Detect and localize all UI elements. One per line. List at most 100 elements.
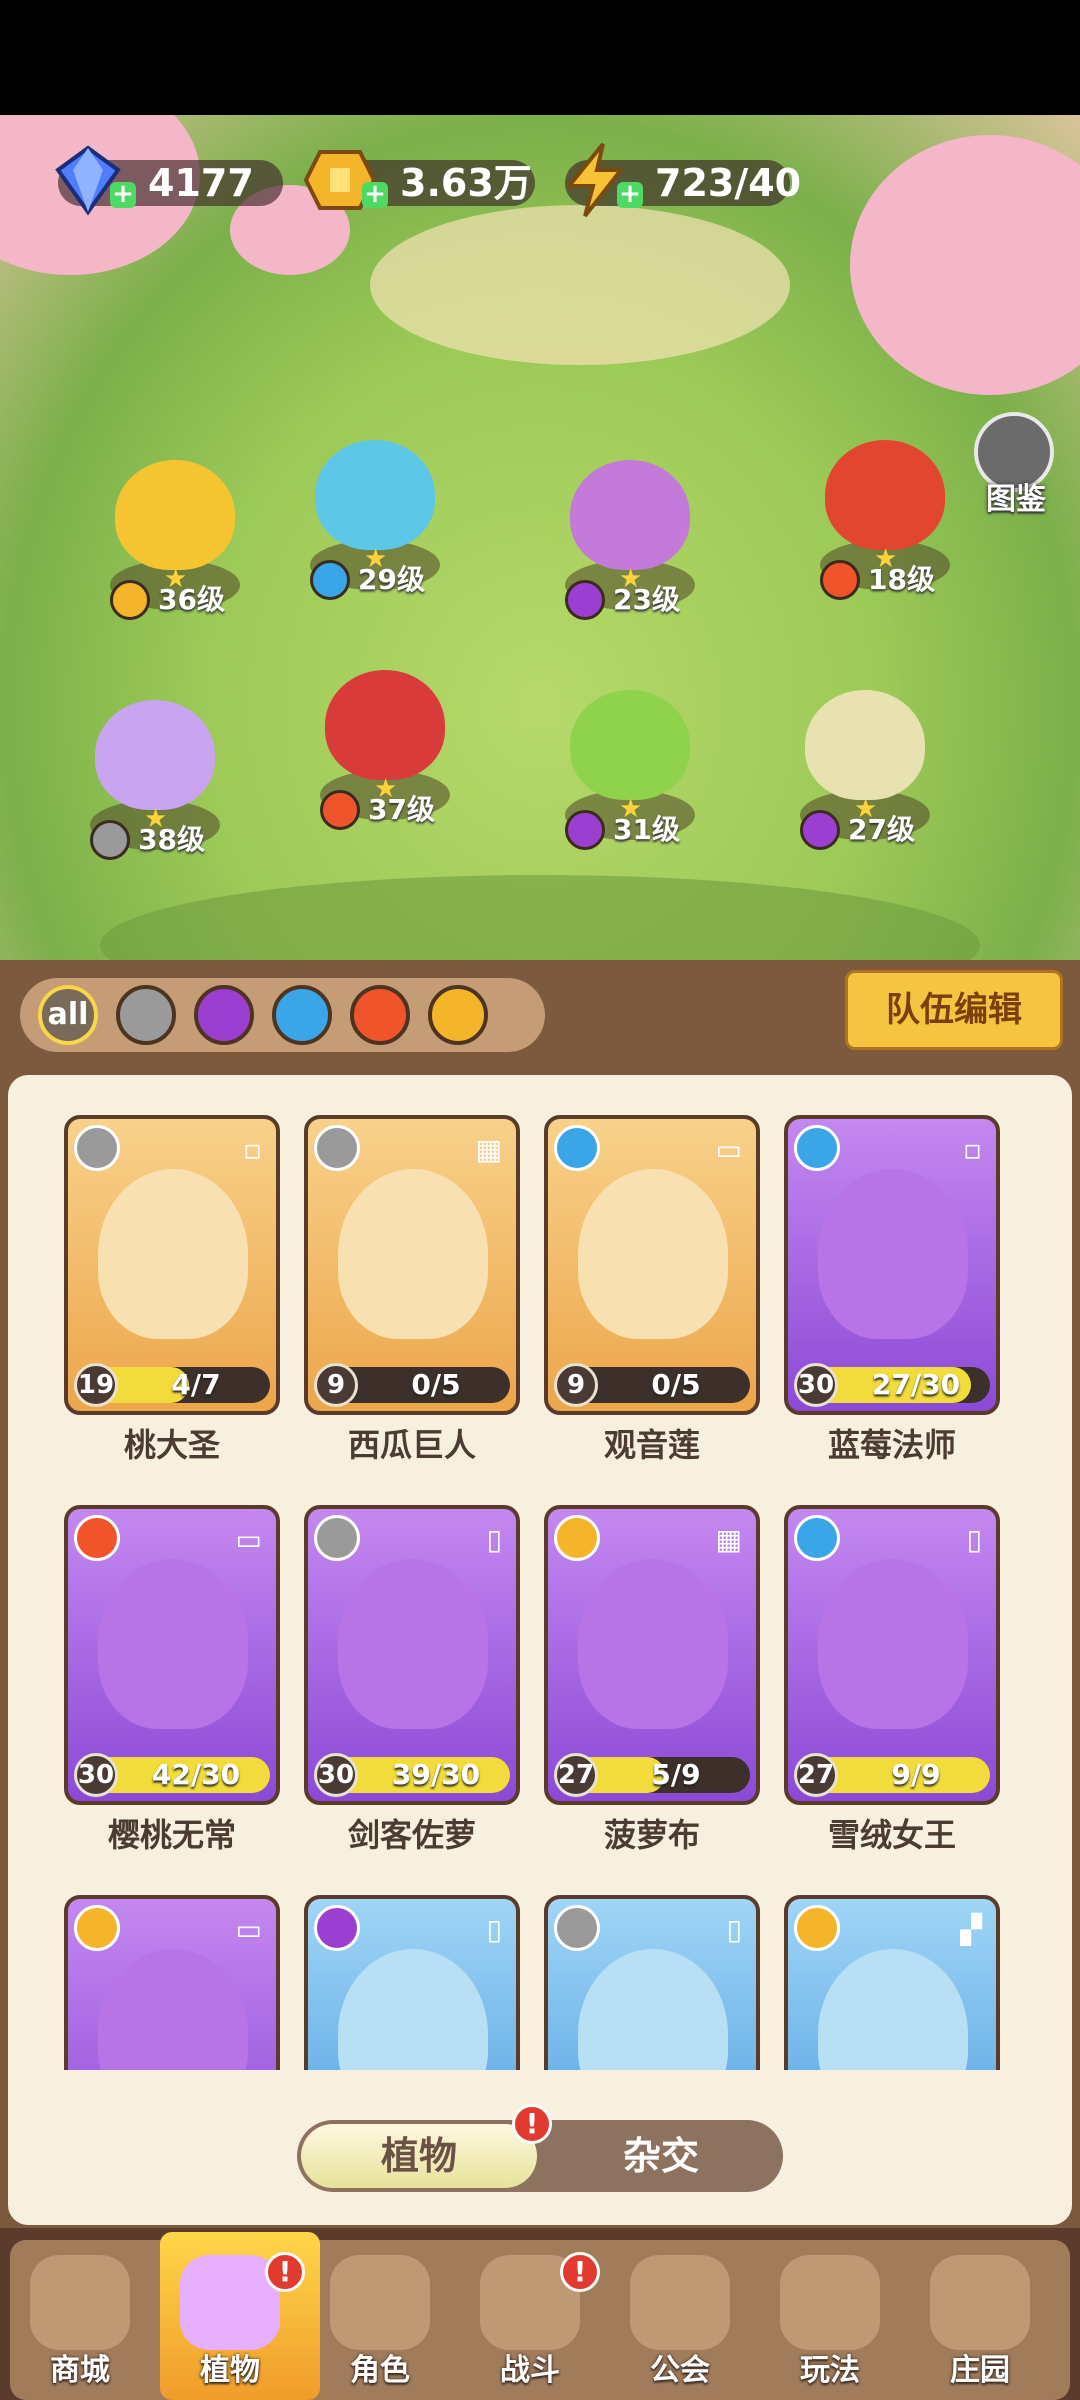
add-gold-icon[interactable]: + — [362, 181, 388, 208]
field-plant[interactable]: ★ 31级 — [545, 690, 715, 850]
plant-sprite — [315, 440, 435, 550]
nav-plants[interactable]: 植物! — [160, 2250, 305, 2400]
plant-portrait — [578, 1169, 728, 1339]
team-edit-button[interactable]: 队伍编辑 — [845, 970, 1063, 1050]
card-name: 樱桃无常 — [107, 1816, 236, 1854]
plant-portrait — [98, 1169, 248, 1339]
plant-level: 23级 — [565, 580, 680, 620]
plant-card[interactable]: ▯ — [544, 1895, 760, 2070]
plant-card[interactable]: ▦ 9 0/5 — [304, 1115, 520, 1415]
nav-alert-badge: ! — [265, 2252, 305, 2292]
water-element-icon — [794, 1125, 840, 1171]
formation-shape-icon: ▫ — [963, 1133, 982, 1166]
formation-shape-icon: ▞ — [960, 1913, 982, 1946]
atlas-button[interactable]: 图鉴 — [968, 412, 1064, 517]
plant-sprite — [825, 440, 945, 550]
character-icon — [330, 2255, 430, 2350]
plant-portrait — [578, 1559, 728, 1729]
card-level: 27 — [794, 1753, 838, 1797]
card-shard-progress: 4/7 — [171, 1368, 221, 1401]
field-plant[interactable]: ★ 38级 — [70, 700, 240, 860]
nav-shop[interactable]: 商城 — [10, 2250, 150, 2400]
formation-shape-icon: ▦ — [715, 1523, 742, 1556]
plant-card[interactable]: ▭ 30 42/30 — [64, 1505, 280, 1805]
plant-portrait — [818, 1559, 968, 1729]
nav-guild[interactable]: 公会 — [610, 2250, 750, 2400]
plant-level: 38级 — [90, 820, 205, 860]
plant-card[interactable]: ▯ 27 9/9 — [784, 1505, 1000, 1805]
energy-counter[interactable]: + 723/40 — [564, 142, 801, 218]
plant-portrait — [338, 1949, 488, 2070]
plant-level: 27级 — [800, 810, 915, 850]
card-progress-bar: 9 0/5 — [314, 1363, 510, 1407]
filter-fire-button[interactable] — [350, 985, 410, 1045]
plant-portrait — [818, 1169, 968, 1339]
card-level: 30 — [794, 1363, 838, 1407]
card-shard-progress: 27/30 — [871, 1368, 961, 1401]
plant-card[interactable]: ▯ — [304, 1895, 520, 2070]
plant-card[interactable]: ▦ 27 5/9 — [544, 1505, 760, 1805]
add-energy-icon[interactable]: + — [617, 181, 643, 208]
nav-character[interactable]: 角色 — [310, 2250, 450, 2400]
field-plant[interactable]: ★ 27级 — [780, 690, 950, 850]
plant-sprite — [570, 460, 690, 570]
filter-sword-button[interactable] — [116, 985, 176, 1045]
plants-tab-alert-badge: ! — [512, 2104, 552, 2144]
nav-alert-badge: ! — [560, 2252, 600, 2292]
formation-shape-icon: ▫ — [243, 1133, 262, 1166]
card-level: 19 — [74, 1363, 118, 1407]
nav-gameplay[interactable]: 玩法 — [760, 2250, 900, 2400]
field-plant[interactable]: ★ 23级 — [545, 460, 715, 620]
nav-manor-lock[interactable]: 庄园 — [910, 2250, 1050, 2400]
card-name: 桃大圣 — [123, 1426, 220, 1464]
field-plant[interactable]: ★ 37级 — [300, 670, 470, 830]
lightning-element-icon — [74, 1905, 120, 1951]
sword-element-icon — [554, 1905, 600, 1951]
lightning-element-icon — [794, 1905, 840, 1951]
nav-battle[interactable]: 战斗! — [460, 2250, 600, 2400]
plant-level: 18级 — [820, 560, 935, 600]
potion-element-icon — [800, 810, 840, 850]
card-name: 西瓜巨人 — [347, 1426, 476, 1464]
card-shard-progress: 0/5 — [651, 1368, 701, 1401]
card-progress-bar: 30 27/30 — [794, 1363, 990, 1407]
plant-card[interactable]: ▫ 30 27/30 — [784, 1115, 1000, 1415]
tab-hybrid[interactable]: 杂交 — [543, 2124, 779, 2188]
filter-lightning-button[interactable] — [428, 985, 488, 1045]
plant-portrait — [338, 1169, 488, 1339]
plant-sprite — [325, 670, 445, 780]
filter-potion-button[interactable] — [194, 985, 254, 1045]
field-plant[interactable]: ★ 18级 — [800, 440, 970, 600]
filter-all-button[interactable]: all — [38, 985, 98, 1045]
gems-counter[interactable]: + 4177 — [55, 145, 283, 216]
plant-card[interactable]: ▭ 9 0/5 — [544, 1115, 760, 1415]
add-gems-icon[interactable]: + — [110, 181, 136, 208]
formation-shape-icon: ▭ — [235, 1913, 262, 1946]
plant-card-grid[interactable]: ▫ 19 4/7 桃大圣 ▦ 9 0/5 西瓜巨人 ▭ 9 0/5 观音莲 ▫ 30 27/30 蓝莓法师 ▭ 3… — [40, 1115, 1040, 2070]
element-filter-group: all — [20, 978, 545, 1052]
plant-card[interactable]: ▫ 19 4/7 — [64, 1115, 280, 1415]
formation-shape-icon: ▯ — [966, 1523, 982, 1556]
plant-card[interactable]: ▭ — [64, 1895, 280, 2070]
card-name: 剑客佐萝 — [347, 1816, 476, 1854]
card-progress-bar: 30 39/30 — [314, 1753, 510, 1797]
plant-sprite — [570, 690, 690, 800]
card-name: 观音莲 — [603, 1426, 700, 1464]
potion-element-icon — [314, 1905, 360, 1951]
card-name: 蓝莓法师 — [827, 1426, 956, 1464]
plant-level: 29级 — [310, 560, 425, 600]
plant-card[interactable]: ▯ 30 39/30 — [304, 1505, 520, 1805]
field-plant[interactable]: ★ 29级 — [290, 440, 460, 600]
card-progress-bar: 19 4/7 — [74, 1363, 270, 1407]
gold-counter[interactable]: + 3.63万 — [303, 150, 535, 210]
plant-card[interactable]: ▞ — [784, 1895, 1000, 2070]
card-shard-progress: 0/5 — [411, 1368, 461, 1401]
plant-level: 36级 — [110, 580, 225, 620]
plant-portrait — [578, 1949, 728, 2070]
plant-level: 31级 — [565, 810, 680, 850]
tab-plants[interactable]: 植物 — [301, 2124, 537, 2188]
filter-water-button[interactable] — [272, 985, 332, 1045]
field-plant[interactable]: ★ 36级 — [90, 460, 260, 620]
card-shard-progress: 39/30 — [391, 1758, 481, 1791]
formation-shape-icon: ▦ — [475, 1133, 502, 1166]
